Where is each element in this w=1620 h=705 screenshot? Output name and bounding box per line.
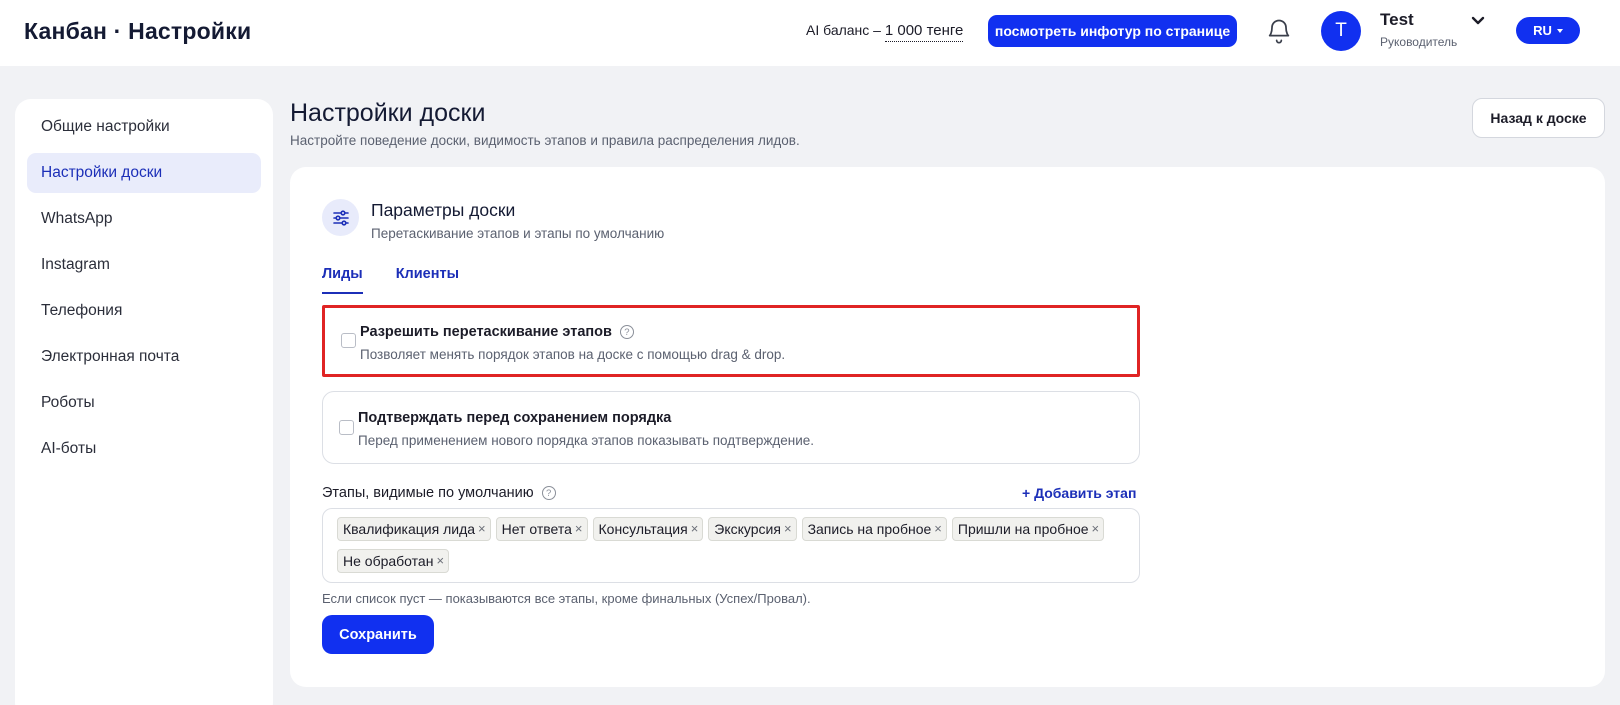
remove-stage-icon[interactable]: × (934, 522, 942, 535)
sidebar-item-label: Общие настройки (41, 118, 170, 135)
add-stage-link[interactable]: + Добавить этап (1022, 485, 1136, 501)
sidebar-item-label: Instagram (41, 256, 110, 273)
allow-stage-drag-option: Разрешить перетаскивание этапов ? Позвол… (322, 305, 1140, 377)
default-stages-label: Этапы, видимые по умолчанию ? (322, 485, 556, 501)
stage-tag: Консультация × (592, 517, 704, 541)
help-icon[interactable]: ? (619, 325, 634, 339)
confirm-order-option: Подтверждать перед сохранением порядка П… (322, 391, 1140, 464)
app-title: Канбан · Настройки (24, 18, 252, 44)
chevron-down-icon[interactable] (1470, 14, 1486, 28)
sidebar-item-general[interactable]: Общие настройки (27, 107, 261, 147)
remove-stage-icon[interactable]: × (784, 522, 792, 535)
sidebar-item-robots[interactable]: Роботы (27, 383, 261, 423)
stages-hint: Если список пуст — показываются все этап… (322, 591, 811, 606)
remove-stage-icon[interactable]: × (478, 522, 486, 535)
language-selector[interactable]: RU (1516, 17, 1580, 44)
stages-row: Квалификация лида × Нет ответа × Консультаци… (337, 517, 1139, 541)
language-label: RU (1533, 23, 1552, 38)
stages-row: Не обработан × (337, 549, 1139, 573)
stage-tag-label: Запись на пробное (807, 521, 932, 537)
stage-tag-label: Не обработан (343, 553, 434, 569)
sidebar-item-label: WhatsApp (41, 210, 113, 227)
sidebar-item-label: Роботы (41, 394, 95, 411)
user-role: Руководитель (1380, 35, 1458, 49)
stage-tag: Не обработан × (337, 549, 450, 573)
ai-balance-amount[interactable]: 1 000 тенге (884, 22, 964, 42)
sidebar-item-instagram[interactable]: Instagram (27, 245, 261, 285)
tab-leads[interactable]: Лиды (322, 266, 363, 294)
remove-stage-icon[interactable]: × (436, 554, 444, 567)
stage-tag-label: Квалификация лида (343, 521, 476, 537)
sidebar-item-label: Настройки доски (41, 164, 163, 181)
stage-tag: Пришли на пробное × (951, 517, 1105, 541)
page-title: Настройки доски (290, 99, 486, 127)
card-title: Параметры доски (371, 200, 516, 220)
card-subtitle: Перетаскивание этапов и этапы по умолчан… (371, 226, 665, 241)
sidebar-item-email[interactable]: Электронная почта (27, 337, 261, 377)
sidebar-item-ai-bots[interactable]: AI-боты (27, 429, 261, 469)
default-stages-title: Этапы, видимые по умолчанию (322, 485, 534, 501)
confirm-order-checkbox[interactable] (339, 420, 354, 435)
sidebar-item-label: Электронная почта (41, 348, 180, 365)
option-title: Разрешить перетаскивание этапов (360, 324, 612, 340)
stage-tag-label: Пришли на пробное (957, 521, 1089, 537)
option-title: Подтверждать перед сохранением порядка (358, 410, 672, 426)
ai-balance: AI баланс – 1 000 тенге (806, 22, 964, 42)
remove-stage-icon[interactable]: × (1092, 522, 1100, 535)
allow-stage-drag-checkbox[interactable] (341, 333, 356, 348)
page-subtitle: Настройте поведение доски, видимость эта… (290, 133, 800, 148)
remove-stage-icon[interactable]: × (575, 522, 583, 535)
user-name[interactable]: Test (1380, 10, 1414, 30)
info-tour-button[interactable]: посмотреть инфотур по странице (988, 15, 1237, 47)
option-description: Перед применением нового порядка этапов … (358, 433, 815, 448)
ai-balance-label: AI баланс – (806, 22, 885, 38)
sidebar-item-whatsapp[interactable]: WhatsApp (27, 199, 261, 239)
stage-tag: Запись на пробное × (801, 517, 947, 541)
top-bar: Канбан · Настройки AI баланс – 1 000 тен… (0, 0, 1620, 66)
sidebar-item-board-settings[interactable]: Настройки доски (27, 153, 261, 193)
save-button[interactable]: Сохранить (322, 615, 434, 654)
avatar[interactable]: T (1321, 11, 1361, 51)
help-icon[interactable]: ? (541, 486, 556, 500)
stages-multiselect[interactable]: Квалификация лида × Нет ответа × Консультаци… (322, 508, 1140, 583)
stage-tag: Квалификация лида × (337, 517, 491, 541)
tab-clients[interactable]: Клиенты (396, 266, 459, 288)
tabs: Лиды Клиенты (322, 266, 459, 294)
caret-down-icon (1556, 28, 1563, 33)
settings-sidebar: Общие настройки Настройки доски WhatsApp… (15, 99, 273, 705)
sidebar-item-telephony[interactable]: Телефония (27, 291, 261, 331)
stage-tag-label: Нет ответа (501, 521, 572, 537)
sliders-icon (322, 199, 359, 236)
back-to-board-button[interactable]: Назад к доске (1472, 98, 1605, 138)
bell-icon[interactable] (1265, 17, 1293, 45)
option-description: Позволяет менять порядок этапов на доске… (360, 347, 786, 362)
sidebar-item-label: AI-боты (41, 440, 97, 457)
remove-stage-icon[interactable]: × (691, 522, 699, 535)
stage-tag-label: Экскурсия (714, 521, 781, 537)
stage-tag-label: Консультация (598, 521, 688, 537)
sidebar-item-label: Телефония (41, 302, 123, 319)
board-params-card: Параметры доски Перетаскивание этапов и … (290, 167, 1605, 687)
stage-tag: Экскурсия × (708, 517, 797, 541)
stage-tag: Нет ответа × (495, 517, 588, 541)
